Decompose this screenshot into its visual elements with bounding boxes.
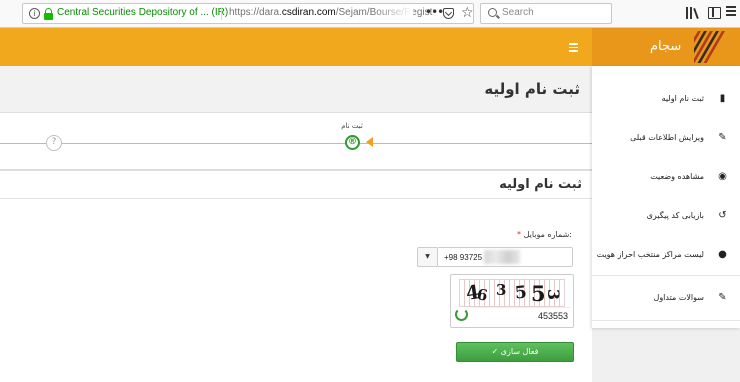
- edit-icon: ✎: [718, 292, 727, 303]
- form-divider: [0, 198, 592, 199]
- page-actions-icon[interactable]: •••: [425, 5, 444, 19]
- search-icon: [488, 8, 497, 17]
- sidebar-item-auth-centers[interactable]: لیست مراکز منتخب احراز هویت ●: [592, 236, 740, 276]
- form-title: ثبت نام اولیه: [499, 177, 582, 192]
- activate-button[interactable]: ✓ فعال سازی: [456, 342, 574, 362]
- sidebar-item-label: ویرایش اطلاعات قبلی: [630, 133, 704, 142]
- url-separator: [221, 7, 222, 20]
- refresh-icon[interactable]: [455, 308, 468, 321]
- url-bar[interactable]: i Central Securities Depository of ... (…: [22, 3, 474, 24]
- step-arrow-icon: [366, 137, 373, 147]
- browser-menu-icon[interactable]: [726, 6, 736, 18]
- sidebar-item-status[interactable]: مشاهده وضعیت ◉: [592, 158, 740, 198]
- sidebar-item-edit-info[interactable]: ویرایش اطلاعات قبلی ✎: [592, 119, 740, 159]
- bookmark-star-icon[interactable]: ☆: [461, 5, 474, 21]
- sidebar-item-label: سوالات متداول: [653, 293, 705, 302]
- sidebar-item-recover-code[interactable]: بازیابی کد پیگیری ↺: [592, 197, 740, 237]
- redacted-number: [484, 250, 520, 264]
- browser-toolbar: i Central Securities Depository of ... (…: [0, 0, 740, 28]
- step-next: ?: [46, 135, 62, 151]
- book-icon: ▮: [719, 93, 726, 104]
- sidebar-item-label: لیست مراکز منتخب احراز هویت: [596, 250, 704, 259]
- user-icon: ●: [718, 249, 727, 260]
- sidebar-item-label: مشاهده وضعیت: [650, 172, 704, 181]
- eye-icon: ◉: [718, 171, 727, 182]
- country-code-select[interactable]: ▼: [417, 247, 437, 267]
- sidebar-toggle-icon[interactable]: [708, 7, 721, 19]
- sidebar-item-faq[interactable]: سوالات متداول ✎: [592, 279, 740, 321]
- logo-text[interactable]: سجام: [650, 39, 681, 54]
- url-fade: [373, 5, 413, 22]
- stepper-line: [0, 143, 592, 144]
- search-input[interactable]: Search: [480, 3, 612, 24]
- sidebar-item-label: بازیابی کد پیگیری: [646, 211, 704, 220]
- mobile-label: * شماره موبایل:: [517, 230, 572, 239]
- logo-icon[interactable]: [694, 31, 736, 63]
- captcha-input[interactable]: 453553: [471, 307, 571, 324]
- library-icon[interactable]: [686, 7, 700, 20]
- search-placeholder: Search: [502, 7, 534, 18]
- captcha-image: 4 6 3 5 5 3: [459, 279, 565, 307]
- sidebar-item-registration[interactable]: ثبت نام اولیه ▮: [592, 80, 740, 120]
- required-mark: *: [517, 230, 522, 239]
- stepper: [0, 112, 592, 170]
- step-label: ثبت نام: [341, 122, 363, 130]
- step-current: ®: [345, 135, 360, 150]
- pocket-icon[interactable]: [443, 8, 454, 19]
- site-identity[interactable]: Central Securities Depository of ... (IR…: [57, 7, 228, 18]
- undo-icon: ↺: [718, 210, 727, 221]
- sidebar-item-label: ثبت نام اولیه: [661, 94, 704, 103]
- lock-icon[interactable]: [44, 8, 53, 20]
- edit-icon: ✎: [718, 132, 727, 143]
- page-title: ثبت نام اولیه: [484, 80, 580, 98]
- info-icon[interactable]: i: [29, 8, 40, 19]
- hamburger-icon[interactable]: [569, 43, 578, 54]
